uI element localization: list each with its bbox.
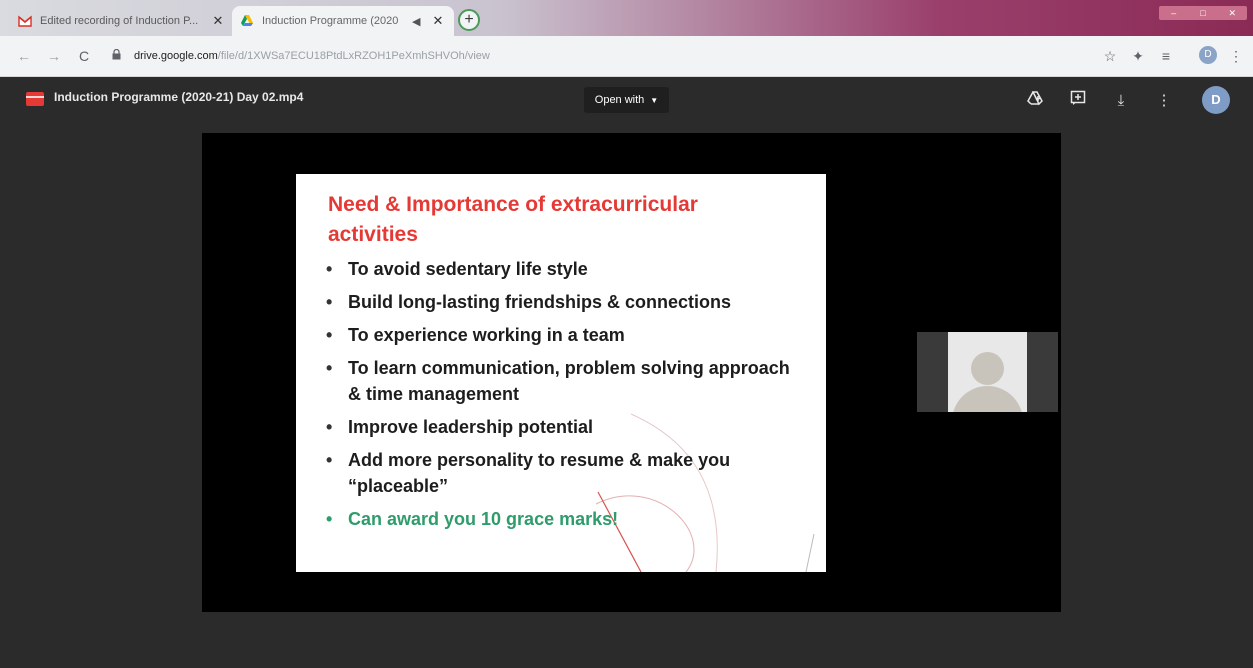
bullet-item: To experience working in a team — [324, 322, 804, 348]
tab-gmail[interactable]: Edited recording of Induction P... ✕ — [10, 6, 234, 36]
window-controls[interactable]: – □ ✕ — [1159, 6, 1247, 20]
slide-title: Need & Importance of extracurricular act… — [328, 193, 698, 246]
person-silhouette-body — [952, 386, 1023, 412]
caret-down-icon: ▼ — [650, 95, 659, 105]
new-tab-button[interactable]: + — [458, 9, 480, 31]
maximize-icon[interactable]: □ — [1188, 6, 1217, 20]
bullet-item: To learn communication, problem solving … — [324, 355, 804, 407]
tab-drive[interactable]: Induction Programme (2020 ◀ ✕ — [232, 6, 454, 36]
address-bar[interactable]: drive.google.com /file/d/1XWSa7ECU18PtdL… — [104, 43, 1104, 69]
video-file-icon — [26, 92, 44, 106]
bullet-item: Build long-lasting friendships & connect… — [324, 289, 804, 315]
media-queue-icon[interactable]: ≡ — [1156, 46, 1176, 66]
minimize-icon[interactable]: – — [1159, 6, 1188, 20]
browser-toolbar: ← → C drive.google.com /file/d/1XWSa7ECU… — [0, 36, 1253, 77]
lock-icon — [112, 48, 128, 63]
account-avatar[interactable]: D — [1202, 86, 1230, 114]
gmail-icon — [18, 15, 32, 27]
open-with-label: Open with — [594, 94, 645, 106]
add-to-drive-icon[interactable] — [1024, 90, 1046, 112]
browser-menu-icon[interactable]: ⋮ — [1226, 46, 1246, 66]
bullet-item: Improve leadership potential — [324, 414, 804, 440]
add-comment-icon[interactable] — [1067, 90, 1089, 112]
url-path: /file/d/1XWSa7ECU18PtdLxRZOH1PeXmhSHVOh/… — [217, 50, 490, 62]
bookmark-star-icon[interactable]: ☆ — [1100, 46, 1120, 66]
browser-profile-avatar[interactable]: D — [1199, 46, 1217, 64]
tab-title: Induction Programme (2020 — [262, 15, 399, 27]
slide-bullet-list: To avoid sedentary life style Build long… — [324, 256, 804, 539]
more-options-icon[interactable]: ⋮ — [1153, 90, 1175, 112]
tab-title: Edited recording of Induction P... — [40, 15, 199, 27]
forward-icon[interactable]: → — [44, 46, 64, 66]
close-window-icon[interactable]: ✕ — [1218, 6, 1247, 20]
reload-icon[interactable]: C — [74, 46, 94, 66]
presentation-slide: Need & Importance of extracurricular act… — [296, 174, 826, 572]
bullet-item-highlight: Can award you 10 grace marks! — [324, 506, 804, 532]
url-domain: drive.google.com — [134, 50, 218, 62]
audio-playing-icon[interactable]: ◀ — [412, 15, 426, 28]
back-icon[interactable]: ← — [14, 46, 34, 66]
participant-avatar-placeholder — [948, 332, 1027, 412]
file-name: Induction Programme (2020-21) Day 02.mp4 — [54, 90, 304, 104]
google-drive-icon — [241, 15, 253, 26]
open-with-button[interactable]: Open with ▼ — [584, 87, 669, 113]
extension-icon[interactable]: ✦ — [1128, 46, 1148, 66]
download-icon[interactable]: ⤓ — [1110, 90, 1132, 112]
bullet-item: To avoid sedentary life style — [324, 256, 804, 282]
close-tab-icon[interactable]: ✕ — [430, 13, 446, 29]
viewer-background — [0, 612, 1253, 668]
person-silhouette-icon — [971, 352, 1004, 385]
bullet-item: Add more personality to resume & make yo… — [324, 447, 804, 499]
tab-strip: Edited recording of Induction P... ✕ Ind… — [0, 0, 1253, 36]
close-tab-icon[interactable]: ✕ — [210, 13, 226, 29]
